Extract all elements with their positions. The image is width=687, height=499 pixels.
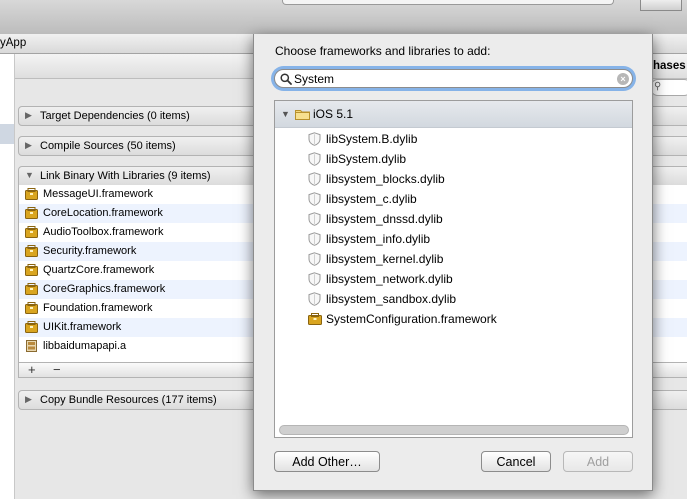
library-name: libsystem_sandbox.dylib <box>326 292 457 306</box>
sidebar-selected-target[interactable] <box>0 124 14 144</box>
dylib-shield-icon <box>308 232 321 246</box>
dylib-shield-icon <box>308 292 321 306</box>
framework-icon <box>25 321 38 333</box>
framework-icon <box>308 313 322 325</box>
project-sidebar <box>0 54 15 499</box>
dylib-shield-icon <box>308 172 321 186</box>
library-results-list: ▼ iOS 5.1 libSystem.B.dylib libSystem.dy… <box>274 100 633 438</box>
add-frameworks-sheet: Choose frameworks and libraries to add: … <box>253 34 653 491</box>
dylib-shield-icon <box>308 192 321 206</box>
framework-name: Security.framework <box>43 245 137 257</box>
disclosure-triangle-icon[interactable]: ▶ <box>25 110 32 121</box>
search-icon <box>280 73 292 85</box>
list-item[interactable]: libsystem_kernel.dylib <box>275 249 632 269</box>
folder-icon <box>295 110 310 120</box>
phase-label: Target Dependencies (0 items) <box>40 110 190 122</box>
list-item[interactable]: libsystem_sandbox.dylib <box>275 289 632 309</box>
cancel-button[interactable]: Cancel <box>481 451 551 472</box>
toolbar-button[interactable] <box>640 0 682 11</box>
library-name: libsystem_dnssd.dylib <box>326 212 443 226</box>
search-icon: ⚲ <box>654 81 662 92</box>
library-name: libsystem_c.dylib <box>326 192 417 206</box>
add-phase-item-button[interactable]: + <box>28 363 36 376</box>
disclosure-triangle-open-icon[interactable]: ▼ <box>281 109 290 119</box>
search-input[interactable] <box>294 71 614 86</box>
framework-icon <box>25 283 38 295</box>
framework-icon <box>25 188 38 200</box>
framework-search-field[interactable]: × <box>274 69 633 88</box>
library-name: libsystem_blocks.dylib <box>326 172 445 186</box>
remove-phase-item-button[interactable]: − <box>53 363 61 376</box>
phase-filter-field[interactable]: ⚲ <box>650 79 687 96</box>
phase-label: Link Binary With Libraries (9 items) <box>40 170 211 182</box>
dylib-shield-icon <box>308 212 321 226</box>
framework-name: QuartzCore.framework <box>43 264 155 276</box>
framework-name: UIKit.framework <box>43 321 122 333</box>
library-name: libsystem_info.dylib <box>326 232 431 246</box>
library-name: libSystem.dylib <box>326 152 407 166</box>
list-item[interactable]: libsystem_info.dylib <box>275 229 632 249</box>
library-name: SystemConfiguration.framework <box>326 312 497 326</box>
dylib-shield-icon <box>308 252 321 266</box>
list-item[interactable]: libsystem_network.dylib <box>275 269 632 289</box>
sdk-group-row[interactable]: ▼ iOS 5.1 <box>275 101 632 128</box>
disclosure-triangle-open-icon[interactable]: ▼ <box>25 170 34 180</box>
add-other-button[interactable]: Add Other… <box>274 451 380 472</box>
dylib-shield-icon <box>308 132 321 146</box>
framework-name: libbaidumapapi.a <box>43 340 127 352</box>
add-button[interactable]: Add <box>563 451 633 472</box>
tab-build-phases[interactable]: hases <box>653 60 686 72</box>
framework-icon <box>25 264 38 276</box>
library-name: libsystem_network.dylib <box>326 272 453 286</box>
jump-bar-project[interactable]: yApp <box>0 37 26 49</box>
disclosure-triangle-icon[interactable]: ▶ <box>25 140 32 151</box>
framework-icon <box>25 245 38 257</box>
phase-label: Copy Bundle Resources (177 items) <box>40 394 217 406</box>
framework-name: CoreLocation.framework <box>43 207 163 219</box>
dylib-shield-icon <box>308 272 321 286</box>
library-name: libSystem.B.dylib <box>326 132 418 146</box>
clear-search-icon[interactable]: × <box>617 73 629 85</box>
list-item[interactable]: libsystem_blocks.dylib <box>275 169 632 189</box>
sdk-group-label: iOS 5.1 <box>313 107 354 121</box>
framework-name: MessageUI.framework <box>43 188 154 200</box>
list-item[interactable]: libsystem_dnssd.dylib <box>275 209 632 229</box>
list-item[interactable]: libSystem.B.dylib <box>275 129 632 149</box>
framework-icon <box>25 302 38 314</box>
framework-name: CoreGraphics.framework <box>43 283 166 295</box>
static-library-icon <box>26 340 37 352</box>
list-item[interactable]: SystemConfiguration.framework <box>275 309 632 329</box>
framework-name: Foundation.framework <box>43 302 153 314</box>
disclosure-triangle-icon[interactable]: ▶ <box>25 394 32 405</box>
list-item[interactable]: libsystem_c.dylib <box>275 189 632 209</box>
horizontal-scrollbar[interactable] <box>279 425 629 435</box>
phase-label: Compile Sources (50 items) <box>40 140 176 152</box>
list-item[interactable]: libSystem.dylib <box>275 149 632 169</box>
sheet-title: Choose frameworks and libraries to add: <box>275 44 491 58</box>
library-name: libsystem_kernel.dylib <box>326 252 444 266</box>
dylib-shield-icon <box>308 152 321 166</box>
framework-icon <box>25 207 38 219</box>
framework-icon <box>25 226 38 238</box>
framework-name: AudioToolbox.framework <box>43 226 164 238</box>
toolbar-activity-field <box>282 0 614 5</box>
window-toolbar <box>0 0 687 35</box>
